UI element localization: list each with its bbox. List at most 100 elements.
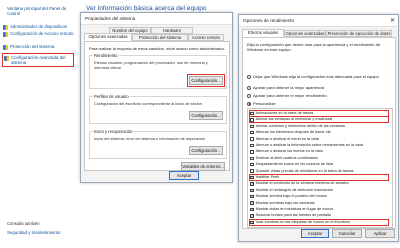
- startup-recovery-description: Inicio del sistema, error del sistema e …: [94, 136, 206, 141]
- startup-settings-button[interactable]: Configuración...: [189, 146, 223, 155]
- tab-remote[interactable]: Acceso remoto: [188, 34, 224, 41]
- checkbox[interactable]: [250, 162, 254, 167]
- radio-custom[interactable]: Personalizar:: [247, 101, 276, 106]
- visual-effect-option[interactable]: Atenuar o deslizar los menús en la vista: [250, 149, 388, 154]
- visual-effect-label: Guardar vistas previas de miniaturas en …: [255, 168, 354, 173]
- visual-effect-option[interactable]: ✓ Suavizar bordes para las fuentes de pan…: [250, 213, 388, 218]
- checkbox[interactable]: ✓: [250, 220, 254, 225]
- visual-effect-label: Habilitar Peek: [255, 175, 280, 179]
- visual-effect-label: Mostrar el contenido de la ventana mient…: [255, 181, 349, 186]
- device-manager-link[interactable]: Administrador de dispositivos: [3, 24, 75, 30]
- checkbox[interactable]: [250, 156, 254, 161]
- security-maintenance-link[interactable]: Seguridad y mantenimiento: [7, 230, 60, 235]
- visual-effect-option[interactable]: ✓ Mostrar vistas en miniatura en lugar de…: [250, 207, 388, 212]
- system-properties-title: Propiedades del sistema: [81, 13, 232, 25]
- close-icon[interactable]: ✕: [390, 17, 395, 24]
- checkbox[interactable]: ✓: [250, 188, 254, 193]
- visual-effect-label: Desplazamiento suave en los cuadros de l…: [255, 162, 333, 167]
- remote-settings-label: Configuración de Acceso remoto: [10, 31, 74, 36]
- visual-effect-option[interactable]: ✓ Usar sombras en las etiquetas de iconos…: [249, 218, 389, 226]
- shield-icon: [3, 24, 8, 30]
- checkbox[interactable]: ✓: [250, 214, 254, 218]
- advanced-tab-panel: Para realizar la mayoría de estos cambio…: [84, 41, 230, 171]
- checkbox[interactable]: ✓: [250, 194, 254, 199]
- visual-effect-label: Mostrar vistas en miniatura en lugar de …: [255, 207, 334, 211]
- visual-effect-option[interactable]: ✓ Mostrar el contenido de la ventana mien…: [250, 181, 388, 186]
- performance-options-tabs: Efectos visuales Opciones avanzadas Prev…: [239, 27, 398, 37]
- checkbox[interactable]: [250, 137, 254, 141]
- environment-variables-button[interactable]: Variables de entorno...: [181, 162, 225, 171]
- tab-advanced-options[interactable]: Opciones avanzadas: [284, 30, 326, 37]
- performance-options-title: Opciones de rendimiento: [239, 15, 398, 27]
- visual-effects-panel: Elija la configuración que desee usar pa…: [242, 37, 396, 229]
- user-profiles-description: Configuración del escritorio correspondi…: [94, 101, 202, 106]
- checkbox[interactable]: [250, 124, 254, 129]
- visual-effects-list: Animaciones en la barra de tareas Animar …: [247, 108, 393, 228]
- visual-effect-label: Atenuar o deslizar los menús en la vista: [255, 149, 323, 154]
- visual-effects-intro: Elija la configuración que desee usar pa…: [247, 42, 381, 52]
- checkbox[interactable]: ✓: [250, 182, 254, 186]
- visual-effect-option[interactable]: ✓ Mostrar sombra bajo el puntero del mous…: [250, 194, 388, 199]
- visual-effect-option[interactable]: ✓ Mostrar sombras bajo las ventanas: [250, 201, 388, 206]
- tab-advanced[interactable]: Opciones avanzadas: [84, 33, 132, 41]
- performance-cancel-button[interactable]: Cancelar: [332, 229, 362, 238]
- system-properties-ok-button[interactable]: Aceptar: [169, 171, 199, 180]
- shield-icon: [3, 44, 8, 50]
- checkbox[interactable]: ✓: [250, 207, 254, 212]
- visual-effect-label: Suavizar bordes para las fuentes de pant…: [255, 213, 331, 218]
- radio-indicator: [247, 85, 251, 90]
- system-protection-link[interactable]: Protección del sistema: [3, 44, 75, 50]
- radio-label: Ajustar para obtener la mejor apariencia: [253, 85, 325, 90]
- checkbox[interactable]: [250, 150, 254, 154]
- visual-effect-option[interactable]: ✓ Mostrar el rectángulo de selección tran…: [250, 188, 388, 193]
- checkbox[interactable]: [250, 111, 254, 116]
- tab-visual-effects[interactable]: Efectos visuales: [242, 29, 284, 37]
- visual-effect-label: Animaciones en la barra de tareas: [255, 111, 314, 115]
- performance-settings-button[interactable]: Configuración...: [187, 74, 225, 87]
- tab-data-execution-prevention[interactable]: Prevención de ejecución de datos: [326, 30, 392, 37]
- remote-settings-link[interactable]: Configuración de Acceso remoto: [3, 31, 75, 37]
- performance-ok-button[interactable]: Aceptar: [301, 229, 329, 238]
- checkbox[interactable]: [250, 169, 254, 173]
- visual-effect-option[interactable]: Animaciones en la barra de tareas: [249, 110, 389, 117]
- checkbox[interactable]: ✓: [250, 175, 254, 180]
- visual-effect-option[interactable]: Atenuar o deslizar el menú en la vista: [250, 137, 388, 142]
- checkbox[interactable]: ✓: [250, 201, 254, 205]
- visual-effect-option[interactable]: Desplazamiento suave en los cuadros de l…: [250, 162, 388, 167]
- admin-note: Para realizar la mayoría de estos cambio…: [89, 46, 225, 51]
- performance-options-window: Opciones de rendimiento ✕ Efectos visual…: [238, 14, 399, 242]
- user-profiles-settings-button[interactable]: Configuración...: [189, 111, 223, 120]
- user-profiles-title: Perfiles de usuario: [93, 94, 130, 99]
- startup-recovery-group: Inicio y recuperación Inicio del sistema…: [89, 129, 227, 159]
- radio-let-windows-choose[interactable]: Dejar que Windows elija la configuración…: [247, 74, 379, 79]
- visual-effect-option[interactable]: Guardar vistas previas de miniaturas en …: [250, 169, 388, 174]
- visual-effect-label: Atenuar o deslizar el menú en la vista: [255, 136, 319, 141]
- checkbox[interactable]: [250, 118, 254, 122]
- visual-effect-option[interactable]: Animar controles y elementos dentro de l…: [250, 124, 388, 129]
- performance-description: Efectos visuales, programación del proce…: [94, 60, 208, 70]
- startup-recovery-title: Inicio y recuperación: [93, 129, 134, 134]
- checkbox[interactable]: [250, 143, 254, 148]
- radio-best-performance[interactable]: Ajustar para obtener el mejor rendimient…: [247, 93, 327, 98]
- visual-effect-label: Mostrar sombras bajo las ventanas: [255, 200, 315, 205]
- advanced-system-settings-link[interactable]: Configuración avanzada del sistema: [2, 53, 74, 68]
- see-also-heading: Consulta también: [7, 221, 40, 226]
- performance-group: Rendimiento Efectos visuales, programaci…: [89, 53, 227, 89]
- radio-best-appearance[interactable]: Ajustar para obtener la mejor apariencia: [247, 85, 324, 90]
- page-title: Ver información básica acerca del equipo: [86, 5, 207, 12]
- radio-indicator: [247, 93, 251, 98]
- control-panel-home-link[interactable]: Ventana principal del Panel de control: [7, 6, 73, 17]
- visual-effect-option[interactable]: Animar las ventanas al minimizar y maxim…: [249, 116, 389, 124]
- visual-effect-option[interactable]: ✓ Habilitar Peek: [249, 174, 389, 181]
- system-properties-tabs: Nombre del equipo Hardware Opciones avan…: [81, 25, 232, 41]
- system-protection-label: Protección del sistema: [10, 44, 55, 49]
- visual-effect-option[interactable]: Atenuar o deslizar la información sobre …: [250, 143, 388, 148]
- tab-hardware[interactable]: Hardware: [151, 27, 193, 34]
- visual-effect-option[interactable]: Atenuar los elementos después de hacer c…: [250, 130, 388, 135]
- radio-indicator: [247, 101, 251, 106]
- performance-apply-button[interactable]: Aplicar: [365, 229, 395, 238]
- checkbox[interactable]: [250, 130, 254, 135]
- tab-system-protection[interactable]: Protección del sistema: [132, 34, 188, 41]
- performance-title: Rendimiento: [93, 53, 119, 58]
- visual-effect-option[interactable]: Deslizar al abrir cuadros combinados: [250, 156, 388, 161]
